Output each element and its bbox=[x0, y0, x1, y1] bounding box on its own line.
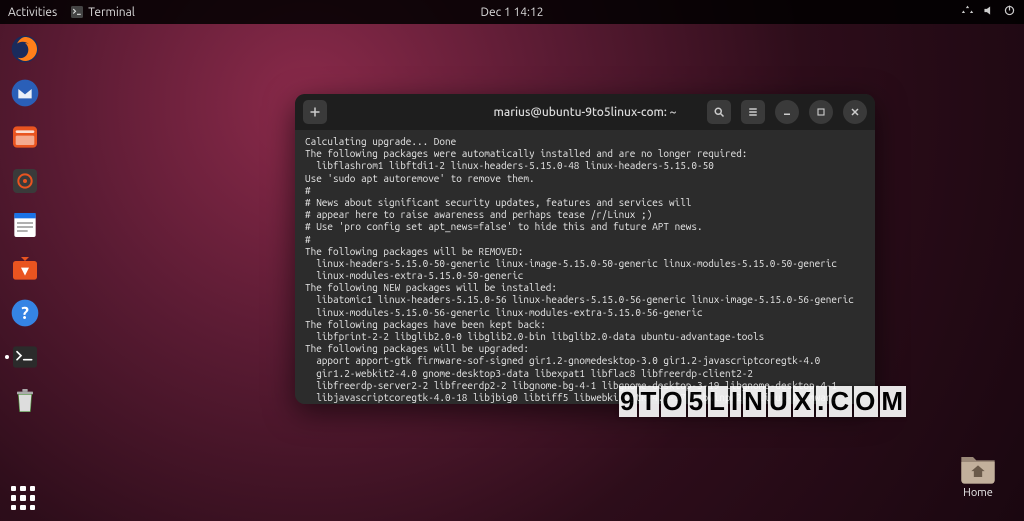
dock-software[interactable] bbox=[6, 250, 44, 288]
terminal-line: # appear here to raise awareness and per… bbox=[305, 209, 865, 221]
top-bar: Activities Terminal Dec 1 14:12 bbox=[0, 0, 1024, 24]
terminal-line: # bbox=[305, 185, 865, 197]
svg-text:?: ? bbox=[21, 304, 29, 323]
clock[interactable]: Dec 1 14:12 bbox=[481, 6, 544, 19]
minimize-icon bbox=[781, 106, 793, 118]
terminal-line: The following packages were automaticall… bbox=[305, 148, 865, 160]
dock-trash[interactable] bbox=[6, 382, 44, 420]
desktop-home-folder[interactable]: Home bbox=[958, 449, 998, 499]
terminal-line: # News about significant security update… bbox=[305, 197, 865, 209]
minimize-button[interactable] bbox=[775, 100, 799, 124]
terminal-line: libatomic1 linux-headers-5.15.0-56 linux… bbox=[305, 294, 865, 306]
dock-files[interactable] bbox=[6, 118, 44, 156]
folder-home-icon bbox=[958, 449, 998, 485]
dock: ? bbox=[2, 26, 48, 519]
menu-button[interactable] bbox=[741, 100, 765, 124]
show-applications[interactable] bbox=[6, 481, 40, 515]
terminal-line: # Use 'pro config set apt_news=false' to… bbox=[305, 221, 865, 233]
hamburger-icon bbox=[747, 106, 759, 118]
close-button[interactable] bbox=[843, 100, 867, 124]
watermark: 9TO5LINUX.COM bbox=[619, 386, 906, 417]
terminal-line: The following packages will be REMOVED: bbox=[305, 246, 865, 258]
terminal-line: Calculating upgrade... Done bbox=[305, 136, 865, 148]
volume-icon[interactable] bbox=[982, 4, 995, 20]
terminal-line: libflashrom1 libftdi1-2 linux-headers-5.… bbox=[305, 160, 865, 172]
app-menu-label: Terminal bbox=[88, 6, 135, 19]
dock-help[interactable]: ? bbox=[6, 294, 44, 332]
terminal-line: Use 'sudo apt autoremove' to remove them… bbox=[305, 173, 865, 185]
app-menu[interactable]: Terminal bbox=[71, 6, 135, 19]
new-tab-button[interactable] bbox=[303, 100, 327, 124]
dock-thunderbird[interactable] bbox=[6, 74, 44, 112]
maximize-button[interactable] bbox=[809, 100, 833, 124]
terminal-window: marius@ubuntu-9to5linux-com: ~ Calculati… bbox=[295, 94, 875, 404]
terminal-line: The following NEW packages will be insta… bbox=[305, 282, 865, 294]
dock-rhythmbox[interactable] bbox=[6, 162, 44, 200]
dock-terminal[interactable] bbox=[6, 338, 44, 376]
search-button[interactable] bbox=[707, 100, 731, 124]
activities-button[interactable]: Activities bbox=[8, 6, 57, 19]
terminal-line: linux-headers-5.15.0-50-generic linux-im… bbox=[305, 258, 865, 270]
search-icon bbox=[713, 106, 725, 118]
terminal-line: The following packages will be upgraded: bbox=[305, 343, 865, 355]
terminal-line: libfprint-2-2 libglib2.0-0 libglib2.0-bi… bbox=[305, 331, 865, 343]
network-icon[interactable] bbox=[961, 4, 974, 20]
power-icon[interactable] bbox=[1003, 4, 1016, 20]
terminal-small-icon bbox=[71, 6, 83, 18]
terminal-output[interactable]: Calculating upgrade... DoneThe following… bbox=[295, 130, 875, 404]
terminal-titlebar[interactable]: marius@ubuntu-9to5linux-com: ~ bbox=[295, 94, 875, 130]
maximize-icon bbox=[815, 106, 827, 118]
terminal-line: # bbox=[305, 234, 865, 246]
close-icon bbox=[849, 106, 861, 118]
dock-writer[interactable] bbox=[6, 206, 44, 244]
dock-firefox[interactable] bbox=[6, 30, 44, 68]
desktop-home-label: Home bbox=[958, 487, 998, 499]
terminal-line: gir1.2-webkit2-4.0 gnome-desktop3-data l… bbox=[305, 368, 865, 380]
terminal-line: The following packages have been kept ba… bbox=[305, 319, 865, 331]
terminal-line: linux-modules-5.15.0-56-generic linux-mo… bbox=[305, 307, 865, 319]
terminal-line: linux-modules-extra-5.15.0-50-generic bbox=[305, 270, 865, 282]
terminal-line: apport apport-gtk firmware-sof-signed gi… bbox=[305, 355, 865, 367]
terminal-title: marius@ubuntu-9to5linux-com: ~ bbox=[494, 106, 677, 119]
